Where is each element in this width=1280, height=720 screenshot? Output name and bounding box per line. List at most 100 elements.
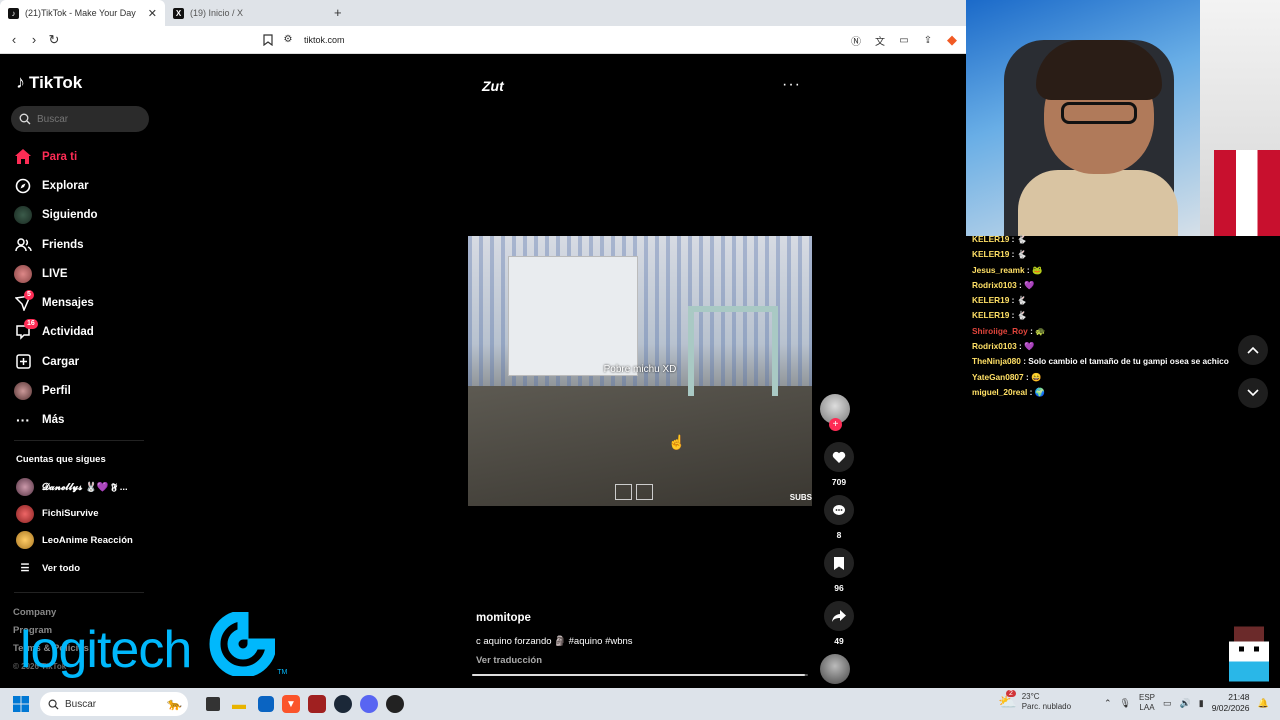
bookmark-icon	[834, 556, 844, 570]
nav-item-para-ti[interactable]: Para ti	[14, 142, 154, 171]
upload-icon	[14, 353, 32, 371]
chat-message: Jesus_reamk : 🐸	[972, 263, 1232, 278]
live-avatar-icon	[14, 264, 32, 283]
webcam-shirt	[1018, 170, 1178, 236]
tiktok-note-icon: ♪	[16, 72, 25, 92]
cast-icon[interactable]: ▭	[894, 30, 914, 50]
video-progress-fill	[472, 674, 805, 676]
site-info-icon[interactable]: ⚙	[278, 30, 298, 50]
video-description: c aquino forzando 🗿 #aquino #wbns	[476, 636, 633, 647]
brave-shield-icon[interactable]: ◆	[942, 30, 962, 50]
clock[interactable]: 21:48 9/02/2026	[1212, 692, 1250, 714]
next-video-button[interactable]	[1238, 378, 1268, 408]
taskbar-search[interactable]: Buscar 🐆	[40, 692, 188, 716]
like-action: 709	[820, 442, 858, 489]
chevron-up-icon[interactable]: ⌃	[1104, 698, 1112, 709]
follow-plus-icon[interactable]: +	[829, 418, 842, 431]
search-input[interactable]	[37, 113, 137, 125]
brave-browser-icon[interactable]: ▼	[282, 695, 300, 713]
chat-username: Rodrix0103	[972, 341, 1017, 352]
bookmark-icon[interactable]	[258, 30, 278, 50]
nav-item-friends[interactable]: Friends	[14, 230, 154, 259]
tiktok-favicon-icon: ♪	[8, 7, 19, 19]
obs-icon[interactable]	[386, 695, 404, 713]
screen: ♪ (21)TikTok - Make Your Day ✕ X (19) In…	[0, 0, 1280, 720]
chat-username: Shiroiige_Roy	[972, 325, 1028, 336]
close-tab-icon[interactable]: ✕	[148, 7, 157, 20]
share-icon[interactable]: ⇪	[918, 30, 938, 50]
weather-desc: Parc. nublado	[1021, 702, 1072, 711]
previous-video-button[interactable]	[1238, 335, 1268, 365]
search-highlight-icon: 🐆	[167, 697, 182, 711]
following-item[interactable]: FichiSurvive	[16, 501, 156, 528]
address-bar[interactable]: tiktok.com	[304, 35, 345, 45]
nav-label: Cargar	[42, 355, 80, 368]
compass-icon	[14, 177, 32, 195]
following-avatar-icon	[14, 206, 32, 225]
music-disc-avatar[interactable]	[820, 654, 850, 684]
task-view-icon[interactable]	[206, 697, 220, 711]
following-item[interactable]: LeoAnime Reacción	[16, 527, 156, 554]
reader-mode-icon[interactable]: Ⓝ	[846, 30, 866, 50]
nav-item-siguiendo[interactable]: Siguiendo	[14, 201, 154, 230]
chat-username: Jesus_reamk	[972, 264, 1025, 275]
search-icon	[48, 699, 59, 710]
nav-item-live[interactable]: LIVE	[14, 259, 154, 288]
translate-icon[interactable]: 文	[870, 30, 890, 50]
nav-label: Para ti	[42, 150, 78, 163]
nav-item-perfil[interactable]: Perfil	[14, 376, 154, 405]
weather-widget[interactable]: ⛅ 2 23°C Parc. nublado	[998, 690, 1072, 712]
steam-icon[interactable]	[334, 695, 352, 713]
brand-logo: Zut	[482, 78, 504, 94]
nav-item-cargar[interactable]: Cargar	[14, 347, 154, 376]
see-all-label: Ver todo	[42, 563, 81, 575]
author-name[interactable]: momitope	[476, 612, 816, 624]
chat-message: YateGan0807 : 😄	[972, 370, 1232, 385]
microphone-icon[interactable]: 🎙	[1120, 698, 1131, 709]
nav-item-mensajes[interactable]: 5 Mensajes	[14, 288, 154, 317]
nav-item-actividad[interactable]: 16 Actividad	[14, 318, 154, 347]
action-bar: + 709 8 96 49	[820, 394, 858, 684]
browser-tabstrip: ♪ (21)TikTok - Make Your Day ✕ X (19) In…	[0, 0, 966, 26]
tiktok-logo[interactable]: ♪ TikTok	[16, 72, 82, 93]
see-all-link[interactable]: ☰ Ver todo	[16, 556, 156, 583]
comment-button[interactable]	[824, 495, 854, 525]
share-arrow-icon	[832, 610, 846, 622]
reload-icon[interactable]: ↻	[44, 30, 64, 50]
file-explorer-icon[interactable]: ▬	[228, 693, 250, 715]
following-item[interactable]: 𝓓𝓪𝓷𝓮𝓵𝓵𝔂𝓼 🐰💜 𝕱 ...	[16, 474, 156, 501]
save-button[interactable]	[824, 548, 854, 578]
app-icon[interactable]	[308, 695, 326, 713]
translate-link[interactable]: Ver traducción	[476, 655, 816, 666]
chat-separator: :	[1009, 295, 1017, 306]
like-button[interactable]	[824, 442, 854, 472]
nav-item-mas[interactable]: ··· Más	[14, 406, 154, 435]
chat-separator: :	[1027, 386, 1035, 397]
store-icon[interactable]	[258, 696, 274, 712]
tiktok-wordmark: TikTok	[29, 72, 83, 92]
notification-bell-icon[interactable]: 🔔	[1258, 698, 1269, 709]
battery-icon[interactable]: ▮	[1199, 698, 1204, 709]
nav-item-explorar[interactable]: Explorar	[14, 171, 154, 200]
windows-start-icon[interactable]	[10, 693, 32, 715]
language-indicator[interactable]: ESP LAA	[1139, 693, 1155, 713]
video-progress-bar[interactable]	[472, 674, 808, 676]
network-icon[interactable]: ▭	[1163, 698, 1172, 709]
video-info: momitope c aquino forzando 🗿 #aquino #wb…	[476, 612, 816, 666]
send-icon: 5	[14, 290, 34, 312]
feed-area: Zut ··· Pobre michu XD SUBS ☝ + 709 8 96…	[160, 54, 966, 688]
forward-icon[interactable]: ›	[24, 30, 44, 50]
more-options-button[interactable]: ···	[782, 76, 801, 94]
new-tab-button[interactable]: +	[334, 0, 342, 26]
back-icon[interactable]: ‹	[4, 30, 24, 50]
volume-icon[interactable]: 🔊	[1180, 698, 1191, 709]
video-player[interactable]: Pobre michu XD SUBS ☝	[468, 236, 812, 506]
activity-badge: 16	[24, 319, 38, 330]
browser-tab-x[interactable]: X (19) Inicio / X	[165, 0, 330, 26]
share-button[interactable]	[824, 601, 854, 631]
creator-avatar[interactable]: +	[820, 394, 850, 431]
browser-tab-tiktok[interactable]: ♪ (21)TikTok - Make Your Day ✕	[0, 0, 165, 26]
search-box[interactable]	[11, 106, 149, 132]
discord-icon[interactable]	[360, 695, 378, 713]
sidebar-nav: Para ti Explorar Siguiendo Friends LIVE	[14, 142, 154, 435]
